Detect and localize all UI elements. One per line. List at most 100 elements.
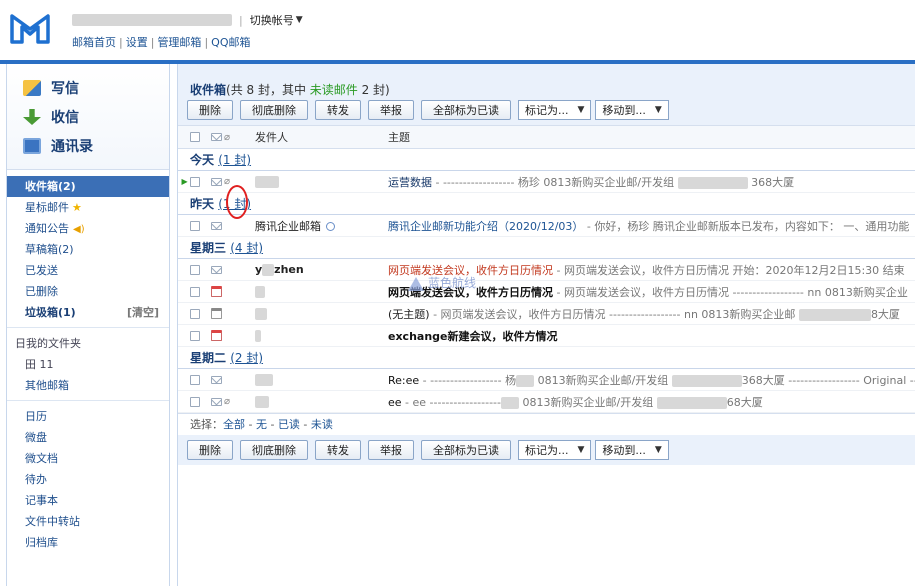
report-button[interactable]: 举报 bbox=[368, 440, 414, 460]
separator: - bbox=[266, 418, 278, 431]
forward-button[interactable]: 转发 bbox=[315, 100, 361, 120]
official-badge-icon bbox=[326, 222, 335, 231]
row-checkbox[interactable] bbox=[189, 308, 200, 319]
qq-mail-link[interactable]: QQ邮箱 bbox=[211, 36, 250, 49]
attachment-icon: ⌀ bbox=[224, 396, 231, 407]
envelope-icon[interactable] bbox=[211, 133, 222, 141]
subject-column-header[interactable]: 主题 bbox=[388, 129, 915, 145]
sidebar-item-spam[interactable]: 垃圾箱(1) [清空] bbox=[7, 302, 169, 323]
move-to-dropdown[interactable]: 移动到... ▼ bbox=[595, 440, 669, 460]
select-read-link[interactable]: 已读 bbox=[278, 418, 300, 431]
mark-all-read-button[interactable]: 全部标为已读 bbox=[421, 440, 511, 460]
sidebar-item-notices[interactable]: 通知公告 ◀) bbox=[7, 218, 169, 239]
mail-row[interactable]: ⌀ ee - ee ------------------ 0813新购买企业邮/… bbox=[178, 391, 915, 413]
dropdown-label: 移动到... bbox=[602, 444, 646, 457]
mail-subject: 腾讯企业邮新功能介绍（2020/12/03） bbox=[388, 219, 584, 233]
mail-row[interactable]: 网页端发送会议，收件方日历情况 - 网页端发送会议，收件方日历情况 ------… bbox=[178, 281, 915, 303]
row-checkbox[interactable] bbox=[189, 176, 200, 187]
select-none-link[interactable]: 无 bbox=[256, 418, 267, 431]
select-all-link[interactable]: 全部 bbox=[223, 418, 245, 431]
sidebar-item-deleted[interactable]: 已删除 bbox=[7, 281, 169, 302]
group-today: 今天 (1 封) bbox=[178, 149, 915, 171]
redacted-block bbox=[671, 374, 742, 387]
switch-account-link[interactable]: 切换帐号 bbox=[250, 12, 294, 28]
sidebar-item-starred[interactable]: 星标邮件 ★ bbox=[7, 197, 169, 218]
account-bar: | 切换帐号 ▼ bbox=[72, 13, 303, 27]
sidebar-item-other-mailboxes[interactable]: 其他邮箱 bbox=[7, 375, 169, 396]
sidebar-item-folder-11[interactable]: 田 11 bbox=[7, 354, 169, 375]
group-label: 星期三 bbox=[190, 241, 227, 255]
folder-label: 通知公告 bbox=[25, 222, 69, 235]
forward-button[interactable]: 转发 bbox=[315, 440, 361, 460]
redacted-block bbox=[516, 374, 535, 387]
receive-button[interactable]: 收信 bbox=[7, 105, 169, 129]
compose-button[interactable]: 写信 bbox=[7, 76, 169, 100]
contacts-label: 通讯录 bbox=[51, 139, 93, 155]
sidebar-item-file-transfer[interactable]: 文件中转站 bbox=[7, 511, 169, 532]
mark-as-dropdown[interactable]: 标记为... ▼ bbox=[518, 440, 592, 460]
chevron-down-icon[interactable]: ▼ bbox=[296, 15, 303, 25]
separator: | bbox=[239, 13, 243, 27]
watermark-text: 蓝色航线 bbox=[428, 276, 477, 290]
sender-redacted bbox=[255, 308, 267, 320]
row-checkbox[interactable] bbox=[189, 330, 200, 341]
settings-link[interactable]: 设置 bbox=[126, 36, 148, 49]
dropdown-label: 标记为... bbox=[525, 104, 569, 117]
delete-button[interactable]: 删除 bbox=[187, 100, 233, 120]
manage-mailbox-link[interactable]: 管理邮箱 bbox=[157, 36, 201, 49]
sidebar-item-archive[interactable]: 归档库 bbox=[7, 532, 169, 553]
mail-sender: y bbox=[255, 263, 263, 276]
mail-row[interactable]: y zhen 网页端发送会议，收件方日历情况 - 网页端发送会议，收件方日历情况 … bbox=[178, 259, 915, 281]
empty-spam-link[interactable]: [清空] bbox=[127, 302, 159, 323]
attachment-icon[interactable]: ⌀ bbox=[224, 132, 230, 143]
row-checkbox[interactable] bbox=[189, 374, 200, 385]
mail-sender-tail: zhen bbox=[274, 263, 304, 276]
sidebar-item-docs[interactable]: 微文档 bbox=[7, 448, 169, 469]
selection-bar: 选择：全部 - 无 - 已读 - 未读 bbox=[178, 413, 915, 435]
mail-row[interactable]: ▶ ⌀ 运营数据 - ------------------ 杨珍 0813新购买… bbox=[178, 171, 915, 193]
sidebar-item-weidisk[interactable]: 微盘 bbox=[7, 427, 169, 448]
row-checkbox[interactable] bbox=[189, 220, 200, 231]
report-button[interactable]: 举报 bbox=[368, 100, 414, 120]
sidebar-item-inbox[interactable]: 收件箱(2) bbox=[7, 176, 169, 197]
row-checkbox[interactable] bbox=[189, 286, 200, 297]
mail-row[interactable]: 腾讯企业邮箱 腾讯企业邮新功能介绍（2020/12/03） - 你好，杨珍 腾讯… bbox=[178, 215, 915, 237]
group-count-link[interactable]: (2 封) bbox=[230, 351, 263, 365]
delete-button[interactable]: 删除 bbox=[187, 440, 233, 460]
mail-logo-icon[interactable] bbox=[10, 12, 50, 46]
contacts-button[interactable]: 通讯录 bbox=[7, 134, 169, 158]
select-all-checkbox[interactable] bbox=[189, 132, 200, 142]
sidebar-item-todo[interactable]: 待办 bbox=[7, 469, 169, 490]
mailbox-home-link[interactable]: 邮箱首页 bbox=[72, 36, 116, 49]
group-label: 昨天 bbox=[190, 197, 215, 211]
mail-row[interactable]: Re:ee - ------------------ 杨 0813新购买企业邮/… bbox=[178, 369, 915, 391]
chevron-down-icon: ▼ bbox=[577, 105, 585, 115]
mail-subject: Re:ee bbox=[388, 373, 420, 387]
sender-redacted bbox=[255, 374, 273, 386]
mark-as-dropdown[interactable]: 标记为... ▼ bbox=[518, 100, 592, 120]
sender-column-header[interactable]: 发件人 bbox=[255, 129, 388, 145]
row-checkbox[interactable] bbox=[189, 264, 200, 275]
chevron-down-icon: ▼ bbox=[577, 445, 585, 455]
mark-all-read-button[interactable]: 全部标为已读 bbox=[421, 100, 511, 120]
my-folders-toggle[interactable]: 日我的文件夹 bbox=[7, 333, 169, 354]
mail-preview-mid: 0813新购买企业邮/开发组 bbox=[522, 395, 654, 409]
move-to-dropdown[interactable]: 移动到... ▼ bbox=[595, 100, 669, 120]
group-count-link[interactable]: (1 封) bbox=[218, 153, 251, 167]
dropdown-label: 移动到... bbox=[602, 104, 646, 117]
mail-row[interactable]: exchange新建会议，收件方情况 bbox=[178, 325, 915, 347]
sidebar-item-notes[interactable]: 记事本 bbox=[7, 490, 169, 511]
group-count-link[interactable]: (4 封) bbox=[230, 241, 263, 255]
sidebar-item-sent[interactable]: 已发送 bbox=[7, 260, 169, 281]
mail-sender: 腾讯企业邮箱 bbox=[255, 219, 321, 233]
mail-row[interactable]: (无主题) - 网页端发送会议，收件方日历情况 ----------------… bbox=[178, 303, 915, 325]
row-checkbox[interactable] bbox=[189, 396, 200, 407]
sender-redacted bbox=[255, 286, 265, 298]
unread-link[interactable]: 未读邮件 bbox=[310, 83, 358, 97]
sidebar-item-calendar[interactable]: 日历 bbox=[7, 406, 169, 427]
select-unread-link[interactable]: 未读 bbox=[311, 418, 333, 431]
perm-delete-button[interactable]: 彻底删除 bbox=[240, 100, 308, 120]
inbox-panel: 收件箱(共 8 封，其中 未读邮件 2 封) 删除 彻底删除 转发 举报 全部标… bbox=[177, 64, 915, 586]
perm-delete-button[interactable]: 彻底删除 bbox=[240, 440, 308, 460]
sidebar-item-drafts[interactable]: 草稿箱(2) bbox=[7, 239, 169, 260]
